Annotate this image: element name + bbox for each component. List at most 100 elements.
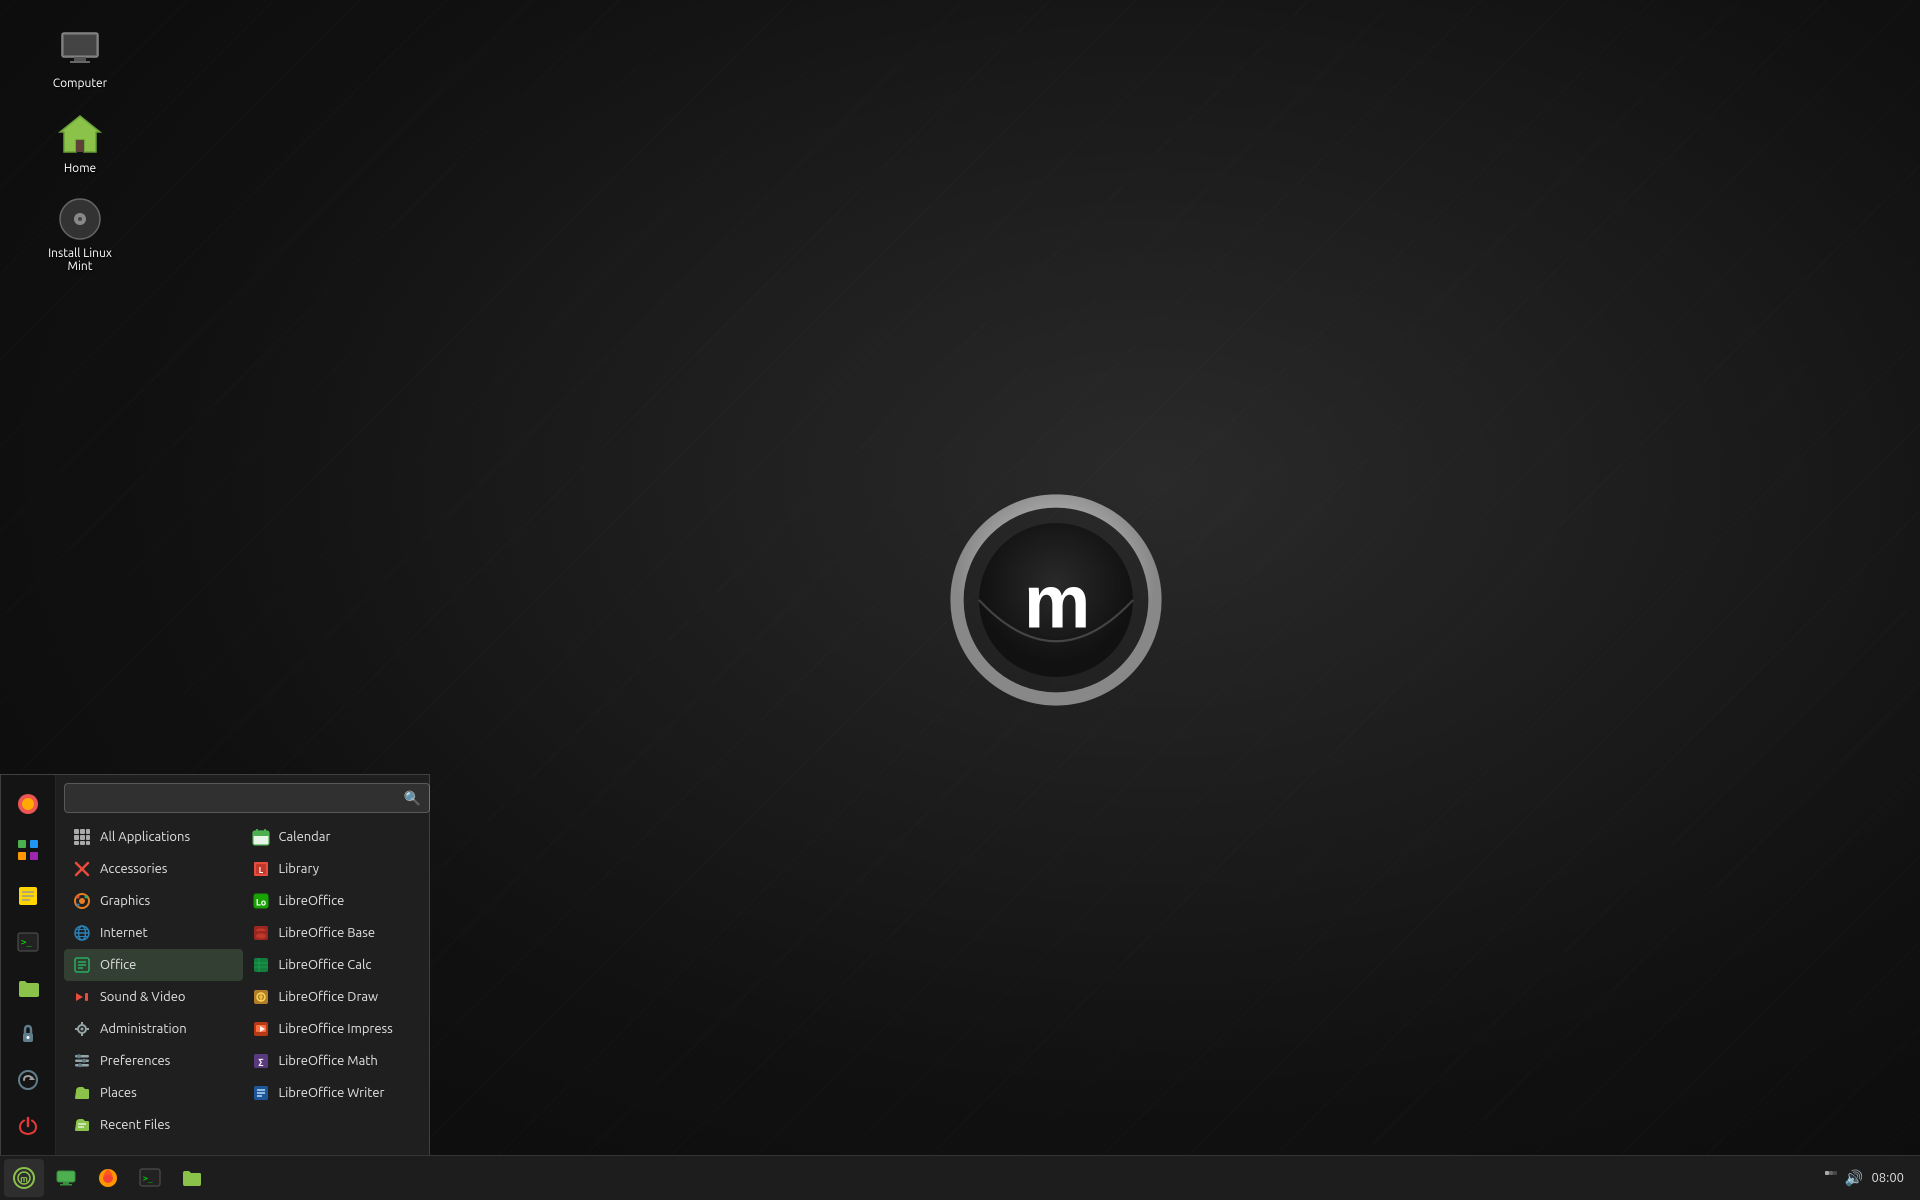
lo-draw-icon <box>251 987 271 1007</box>
sidebar-power[interactable] <box>7 1105 49 1147</box>
menu-administration[interactable]: Administration <box>64 1013 243 1045</box>
taskbar-left: m <box>0 1159 212 1197</box>
svg-text:∑: ∑ <box>258 1057 263 1067</box>
libreoffice-icon: Lo <box>251 891 271 911</box>
volume-icon[interactable]: 🔊 <box>1845 1169 1864 1187</box>
taskbar-right: 🔊 08:00 <box>1823 1169 1920 1188</box>
search-icon[interactable]: 🔍 <box>404 790 421 807</box>
menu-accessories[interactable]: Accessories <box>64 853 243 885</box>
lo-impress-label: LibreOffice Impress <box>279 1022 393 1036</box>
menu-libreoffice-writer[interactable]: LibreOffice Writer <box>243 1077 422 1109</box>
sound-video-label: Sound & Video <box>100 990 186 1004</box>
office-icon <box>72 955 92 975</box>
preferences-label: Preferences <box>100 1054 170 1068</box>
taskbar: m <box>0 1155 1920 1200</box>
menu-left-column: All Applications Accessories <box>64 821 243 1141</box>
menu-internet[interactable]: Internet <box>64 917 243 949</box>
taskbar-firefox-button[interactable] <box>88 1159 128 1197</box>
graphics-label: Graphics <box>100 894 150 908</box>
menu-libreoffice[interactable]: Lo LibreOffice <box>243 885 422 917</box>
desktop-icon-install[interactable]: Install Linux Mint <box>40 190 120 278</box>
systray-icons: 🔊 <box>1823 1169 1864 1188</box>
calendar-icon <box>251 827 271 847</box>
svg-text:>_: >_ <box>21 938 32 948</box>
library-icon: L <box>251 859 271 879</box>
svg-text:L: L <box>258 866 263 875</box>
menu-right-column: Calendar L Library <box>243 821 422 1141</box>
recent-files-icon <box>72 1115 92 1135</box>
places-icon <box>72 1083 92 1103</box>
office-label: Office <box>100 958 136 972</box>
lo-writer-label: LibreOffice Writer <box>279 1086 385 1100</box>
start-menu-main: 🔍 <box>56 775 429 1155</box>
menu-preferences[interactable]: Preferences <box>64 1045 243 1077</box>
lo-writer-icon <box>251 1083 271 1103</box>
mint-menu-button[interactable]: m <box>4 1159 44 1197</box>
administration-icon <box>72 1019 92 1039</box>
lo-calc-icon <box>251 955 271 975</box>
taskbar-clock[interactable]: 08:00 <box>1871 1171 1904 1185</box>
menu-libreoffice-base[interactable]: LibreOffice Base <box>243 917 422 949</box>
desktop: m Computer <box>0 0 1920 1200</box>
sidebar-update[interactable] <box>7 1059 49 1101</box>
recent-files-label: Recent Files <box>100 1118 170 1132</box>
menu-recent-files[interactable]: Recent Files <box>64 1109 243 1141</box>
preferences-icon <box>72 1051 92 1071</box>
sidebar-apps[interactable] <box>7 829 49 871</box>
accessories-icon <box>72 859 92 879</box>
menu-libreoffice-impress[interactable]: LibreOffice Impress <box>243 1013 422 1045</box>
menu-libreoffice-draw[interactable]: LibreOffice Draw <box>243 981 422 1013</box>
lo-draw-label: LibreOffice Draw <box>279 990 379 1004</box>
lo-math-icon: ∑ <box>251 1051 271 1071</box>
svg-text:>_: >_ <box>143 1174 153 1183</box>
menu-office[interactable]: Office <box>64 949 243 981</box>
lo-base-icon <box>251 923 271 943</box>
start-menu: >_ <box>0 774 430 1155</box>
desktop-icons-container: Computer Home Install Linux Mint <box>40 20 120 278</box>
computer-label: Computer <box>53 77 107 90</box>
menu-calendar[interactable]: Calendar <box>243 821 422 853</box>
internet-icon <box>72 923 92 943</box>
sidebar-terminal[interactable]: >_ <box>7 921 49 963</box>
menu-places[interactable]: Places <box>64 1077 243 1109</box>
menu-all-applications[interactable]: All Applications <box>64 821 243 853</box>
accessories-label: Accessories <box>100 862 167 876</box>
menu-libreoffice-math[interactable]: ∑ LibreOffice Math <box>243 1045 422 1077</box>
taskbar-files-button[interactable] <box>172 1159 212 1197</box>
home-icon <box>56 110 104 158</box>
show-desktop-button[interactable] <box>46 1159 86 1197</box>
search-input[interactable] <box>64 783 430 813</box>
menu-sound-video[interactable]: Sound & Video <box>64 981 243 1013</box>
network-icon[interactable] <box>1823 1169 1839 1188</box>
install-icon <box>56 195 104 243</box>
menu-library[interactable]: L Library <box>243 853 422 885</box>
taskbar-terminal-button[interactable]: >_ <box>130 1159 170 1197</box>
sidebar-lock[interactable] <box>7 1013 49 1055</box>
sound-video-icon <box>72 987 92 1007</box>
calendar-label: Calendar <box>279 830 331 844</box>
menu-columns: All Applications Accessories <box>64 821 421 1141</box>
menu-libreoffice-calc[interactable]: LibreOffice Calc <box>243 949 422 981</box>
desktop-icon-computer[interactable]: Computer <box>40 20 120 95</box>
home-label: Home <box>64 162 96 175</box>
menu-graphics[interactable]: Graphics <box>64 885 243 917</box>
computer-icon <box>56 25 104 73</box>
svg-text:m: m <box>1024 560 1088 644</box>
svg-text:m: m <box>20 1174 28 1184</box>
sidebar-folder[interactable] <box>7 967 49 1009</box>
install-label: Install Linux Mint <box>45 247 115 273</box>
lo-math-label: LibreOffice Math <box>279 1054 378 1068</box>
desktop-icon-home[interactable]: Home <box>40 105 120 180</box>
libreoffice-label: LibreOffice <box>279 894 345 908</box>
places-label: Places <box>100 1086 137 1100</box>
start-menu-sidebar: >_ <box>1 775 56 1155</box>
lo-impress-icon <box>251 1019 271 1039</box>
graphics-icon <box>72 891 92 911</box>
library-label: Library <box>279 862 319 876</box>
lo-calc-label: LibreOffice Calc <box>279 958 372 972</box>
sidebar-sticky[interactable] <box>7 875 49 917</box>
all-applications-icon <box>72 827 92 847</box>
sidebar-firefox[interactable] <box>7 783 49 825</box>
administration-label: Administration <box>100 1022 187 1036</box>
svg-text:Lo: Lo <box>255 898 265 908</box>
